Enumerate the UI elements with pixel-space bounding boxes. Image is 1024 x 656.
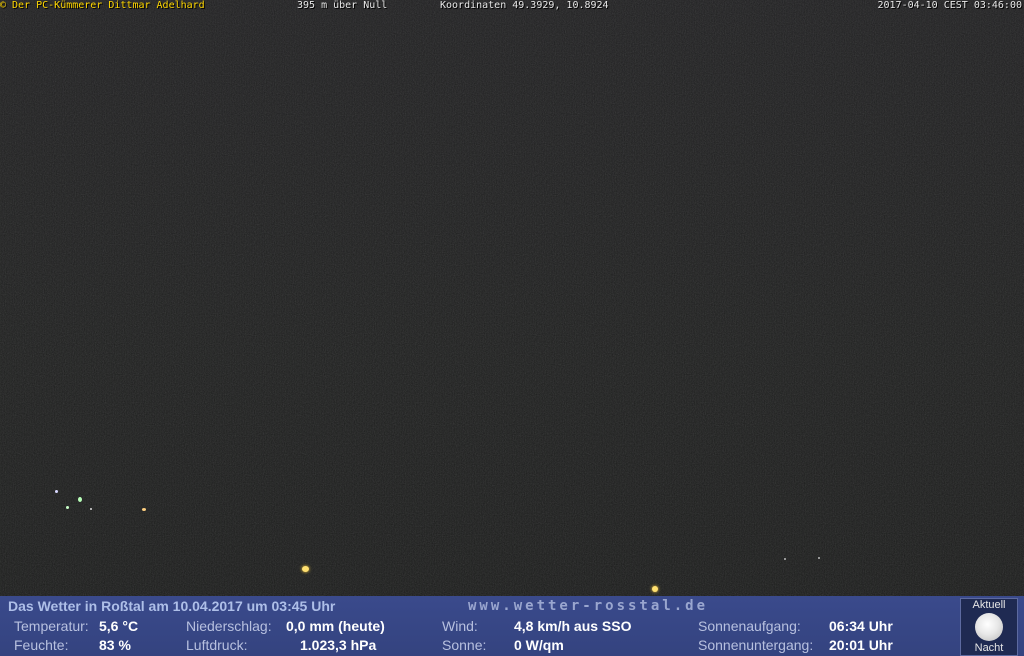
camera-overlay-bar: © Der PC-Kümmerer Dittmar Adelhard 395 m… <box>0 0 1024 12</box>
owner-text: © Der PC-Kümmerer Dittmar Adelhard <box>0 0 205 11</box>
night-noise-texture <box>0 0 1024 596</box>
sunset-label: Sonnenuntergang: <box>698 637 814 653</box>
wind-label: Wind: <box>442 618 478 634</box>
distant-light <box>90 508 92 510</box>
humidity-label: Feuchte: <box>14 637 69 653</box>
precipitation-label: Niederschlag: <box>186 618 272 634</box>
sunrise-label: Sonnenaufgang: <box>698 618 801 634</box>
distant-light <box>66 506 69 509</box>
coordinates-text: Koordinaten 49.3929, 10.8924 <box>440 0 609 11</box>
distant-light <box>142 508 146 511</box>
distant-light <box>78 497 82 502</box>
moon-icon <box>975 613 1003 641</box>
distant-light <box>302 566 309 572</box>
webcam-image: © Der PC-Kümmerer Dittmar Adelhard 395 m… <box>0 0 1024 596</box>
moon-top-label: Aktuell <box>972 599 1006 611</box>
timestamp-text: 2017-04-10 CEST 03:46:00 <box>877 0 1023 11</box>
humidity-value: 83 % <box>99 637 131 653</box>
moon-phase-box: Aktuell Nacht <box>960 598 1018 656</box>
distant-light <box>652 586 658 592</box>
precipitation-value: 0,0 mm (heute) <box>286 618 385 634</box>
weather-headline: Das Wetter in Roßtal am 10.04.2017 um 03… <box>8 598 336 614</box>
altitude-text: 395 m über Null <box>297 0 388 11</box>
wind-value: 4,8 km/h aus SSO <box>514 618 632 634</box>
temperature-label: Temperatur: <box>14 618 89 634</box>
distant-light <box>55 490 58 493</box>
site-url[interactable]: www.wetter-rosstal.de <box>468 598 708 614</box>
pressure-value: 1.023,3 hPa <box>300 637 377 653</box>
sunset-value: 20:01 Uhr <box>829 637 893 653</box>
weather-panel: Das Wetter in Roßtal am 10.04.2017 um 03… <box>0 596 1024 656</box>
moon-bottom-label: Nacht <box>974 642 1004 654</box>
temperature-value: 5,6 °C <box>99 618 139 634</box>
distant-light <box>784 558 786 560</box>
sunrise-value: 06:34 Uhr <box>829 618 893 634</box>
pressure-label: Luftdruck: <box>186 637 248 653</box>
sun-label: Sonne: <box>442 637 487 653</box>
distant-light <box>818 557 820 559</box>
sun-value: 0 W/qm <box>514 637 564 653</box>
